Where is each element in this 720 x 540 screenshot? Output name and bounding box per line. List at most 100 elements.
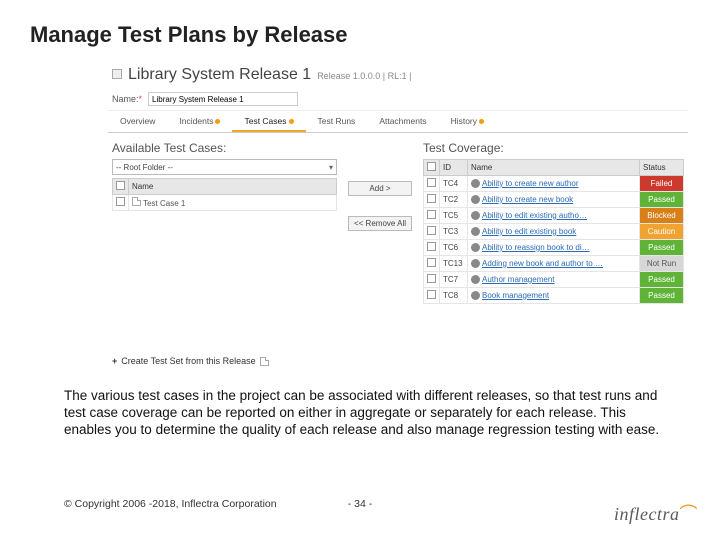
badge-icon bbox=[479, 119, 484, 124]
badge-icon bbox=[289, 119, 294, 124]
panels: Available Test Cases: -- Root Folder -- … bbox=[108, 133, 688, 308]
coverage-table: ID Name Status TC4 Ability to create new … bbox=[423, 159, 684, 304]
table-row[interactable]: Test Case 1 bbox=[113, 195, 337, 211]
create-test-set-label: Create Test Set from this Release bbox=[121, 356, 255, 366]
person-icon bbox=[471, 195, 480, 204]
add-button[interactable]: Add > bbox=[348, 181, 412, 196]
tc-name[interactable]: Ability to edit existing autho… bbox=[482, 211, 587, 220]
slide-title: Manage Test Plans by Release bbox=[30, 22, 348, 48]
release-header: Library System Release 1 Release 1.0.0.0… bbox=[108, 60, 688, 86]
checkbox[interactable] bbox=[427, 194, 436, 203]
document-icon bbox=[132, 197, 141, 206]
document-icon bbox=[260, 357, 269, 366]
transfer-buttons: Add > << Remove All bbox=[345, 141, 415, 304]
person-icon bbox=[471, 227, 480, 236]
testcase-name: Test Case 1 bbox=[143, 199, 185, 208]
create-test-set-link[interactable]: + Create Test Set from this Release bbox=[112, 356, 269, 366]
checkbox[interactable] bbox=[427, 210, 436, 219]
app-screenshot: Library System Release 1 Release 1.0.0.0… bbox=[108, 60, 688, 370]
coverage-panel: Test Coverage: ID Name Status TC4 Ability… bbox=[423, 141, 684, 304]
col-id[interactable]: ID bbox=[440, 160, 468, 176]
status-badge: Passed bbox=[640, 192, 684, 208]
tab-testruns[interactable]: Test Runs bbox=[306, 111, 368, 132]
status-badge: Not Run bbox=[640, 256, 684, 272]
inflectra-logo: inflectra⌒ bbox=[614, 500, 698, 526]
checkbox[interactable] bbox=[116, 197, 125, 206]
tab-overview[interactable]: Overview bbox=[108, 111, 167, 132]
available-table: Name Test Case 1 bbox=[112, 178, 337, 211]
tc-name[interactable]: Ability to edit existing book bbox=[482, 227, 576, 236]
tc-name[interactable]: Ability to reassign book to di… bbox=[482, 243, 590, 252]
tc-id: TC2 bbox=[440, 192, 468, 208]
person-icon bbox=[471, 243, 480, 252]
plus-icon: + bbox=[112, 356, 117, 366]
col-name[interactable]: Name bbox=[129, 179, 337, 195]
checkbox[interactable] bbox=[427, 226, 436, 235]
tab-testcases[interactable]: Test Cases bbox=[232, 111, 305, 132]
table-row[interactable]: TC13 Adding new book and author to … Not R… bbox=[424, 256, 684, 272]
col-status[interactable]: Status bbox=[640, 160, 684, 176]
name-label: Name:* bbox=[112, 94, 142, 104]
checkbox[interactable] bbox=[116, 181, 125, 190]
checkbox[interactable] bbox=[427, 290, 436, 299]
required-asterisk: * bbox=[139, 94, 143, 104]
checkbox[interactable] bbox=[427, 162, 436, 171]
person-icon bbox=[471, 179, 480, 188]
copyright: © Copyright 2006 -2018, Inflectra Corpor… bbox=[64, 498, 277, 510]
remove-all-button[interactable]: << Remove All bbox=[348, 216, 412, 231]
table-row[interactable]: TC4 Ability to create new author Failed bbox=[424, 176, 684, 192]
tc-id: TC13 bbox=[440, 256, 468, 272]
tc-name[interactable]: Ability to create new author bbox=[482, 179, 579, 188]
status-badge: Blocked bbox=[640, 208, 684, 224]
tc-id: TC4 bbox=[440, 176, 468, 192]
available-panel: Available Test Cases: -- Root Folder -- … bbox=[112, 141, 337, 304]
status-badge: Passed bbox=[640, 288, 684, 304]
tabs: Overview Incidents Test Cases Test Runs … bbox=[108, 111, 688, 133]
tc-id: TC3 bbox=[440, 224, 468, 240]
person-icon bbox=[471, 259, 480, 268]
name-input[interactable] bbox=[148, 92, 298, 106]
tc-id: TC7 bbox=[440, 272, 468, 288]
person-icon bbox=[471, 291, 480, 300]
tc-name[interactable]: Author management bbox=[482, 275, 555, 284]
checkbox[interactable] bbox=[427, 242, 436, 251]
table-row[interactable]: TC2 Ability to create new book Passed bbox=[424, 192, 684, 208]
logo-accent-icon: ⌒ bbox=[680, 504, 699, 524]
table-row[interactable]: TC3 Ability to edit existing book Caution bbox=[424, 224, 684, 240]
tc-name[interactable]: Adding new book and author to … bbox=[482, 259, 603, 268]
checkbox[interactable] bbox=[427, 178, 436, 187]
table-header-row: Name bbox=[113, 179, 337, 195]
table-row[interactable]: TC7 Author management Passed bbox=[424, 272, 684, 288]
tc-name[interactable]: Ability to create new book bbox=[482, 195, 573, 204]
release-meta: Release 1.0.0.0 | RL:1 | bbox=[317, 71, 411, 81]
page-number: - 34 - bbox=[348, 498, 373, 510]
chevron-down-icon: ▾ bbox=[329, 163, 333, 172]
tc-name[interactable]: Book management bbox=[482, 291, 549, 300]
tab-incidents[interactable]: Incidents bbox=[167, 111, 232, 132]
folder-select-value: -- Root Folder -- bbox=[116, 163, 173, 172]
table-row[interactable]: TC8 Book management Passed bbox=[424, 288, 684, 304]
name-row: Name:* bbox=[108, 86, 688, 111]
back-icon[interactable] bbox=[112, 69, 122, 79]
status-badge: Passed bbox=[640, 240, 684, 256]
person-icon bbox=[471, 275, 480, 284]
tc-id: TC6 bbox=[440, 240, 468, 256]
folder-select[interactable]: -- Root Folder -- ▾ bbox=[112, 159, 337, 175]
coverage-heading: Test Coverage: bbox=[423, 141, 684, 155]
tc-id: TC8 bbox=[440, 288, 468, 304]
slide-body-text: The various test cases in the project ca… bbox=[64, 388, 664, 439]
tab-attachments[interactable]: Attachments bbox=[367, 111, 438, 132]
badge-icon bbox=[215, 119, 220, 124]
tc-id: TC5 bbox=[440, 208, 468, 224]
checkbox[interactable] bbox=[427, 274, 436, 283]
status-badge: Caution bbox=[640, 224, 684, 240]
table-row[interactable]: TC6 Ability to reassign book to di… Passed bbox=[424, 240, 684, 256]
col-name[interactable]: Name bbox=[468, 160, 640, 176]
release-title: Library System Release 1 bbox=[128, 66, 311, 84]
checkbox[interactable] bbox=[427, 258, 436, 267]
tab-history[interactable]: History bbox=[439, 111, 496, 132]
status-badge: Passed bbox=[640, 272, 684, 288]
table-row[interactable]: TC5 Ability to edit existing autho… Blocke… bbox=[424, 208, 684, 224]
status-badge: Failed bbox=[640, 176, 684, 192]
available-heading: Available Test Cases: bbox=[112, 141, 337, 155]
